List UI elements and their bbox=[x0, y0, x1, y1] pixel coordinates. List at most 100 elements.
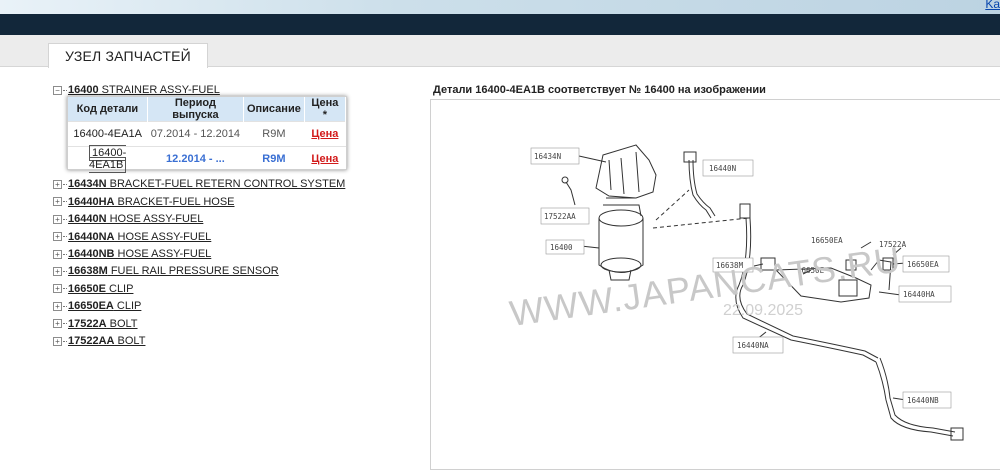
diagram-svg: 16434N 16440N 17522AA 16400 16638M 16650… bbox=[507, 144, 964, 441]
col-period: Период выпуска bbox=[147, 97, 244, 122]
label-16400[interactable]: 16400 bbox=[550, 243, 573, 252]
row-price-cell: Цена bbox=[304, 146, 346, 172]
row-code: 16400-4EA1A bbox=[68, 121, 148, 147]
tree-node[interactable]: +17522A BOLT bbox=[53, 316, 413, 333]
part-name: CLIP bbox=[105, 282, 134, 295]
tree-connector bbox=[63, 201, 67, 203]
table-row-selected[interactable]: 16400-4EA1B 12.2014 - ... R9M Цена bbox=[68, 145, 346, 174]
part-code: 17522AA bbox=[68, 334, 115, 347]
row-code: 16400-4EA1B bbox=[68, 145, 148, 174]
expand-icon[interactable]: + bbox=[53, 249, 62, 259]
part-code: 16638M bbox=[68, 265, 108, 278]
part-code: 16440HA bbox=[68, 195, 115, 208]
part-name: FUEL RAIL PRESSURE SENSOR bbox=[107, 265, 279, 278]
tree-connector bbox=[63, 340, 67, 342]
expand-icon[interactable]: + bbox=[53, 214, 62, 224]
selected-code: 16400-4EA1B bbox=[89, 145, 127, 174]
tree-node-link[interactable]: 16440NB HOSE ASSY-FUEL bbox=[68, 248, 211, 260]
price-link[interactable]: Цена bbox=[311, 128, 338, 140]
tree-connector bbox=[63, 288, 67, 290]
part-name: HOSE ASSY-FUEL bbox=[114, 230, 212, 243]
part-name: BRACKET-FUEL RETERN CONTROL SYSTEM bbox=[106, 178, 346, 191]
diagram-info: Детали 16400-4EA1B соответствует № 16400… bbox=[433, 84, 766, 96]
expand-icon[interactable]: + bbox=[53, 319, 62, 329]
tree-list: +16434N BRACKET-FUEL RETERN CONTROL SYST… bbox=[53, 176, 413, 350]
top-bar: Ka bbox=[0, 0, 1000, 14]
label-16650ea-2[interactable]: 16650EA bbox=[907, 260, 939, 269]
part-name: BRACKET-FUEL HOSE bbox=[114, 195, 235, 208]
expand-icon[interactable]: + bbox=[53, 179, 62, 189]
expand-icon[interactable]: + bbox=[53, 301, 62, 311]
tree-node[interactable]: +16440NA HOSE ASSY-FUEL bbox=[53, 229, 413, 246]
col-code: Код детали bbox=[68, 97, 148, 122]
watermark-date: 22.09.2025 bbox=[723, 302, 803, 319]
tree-node[interactable]: +16440NB HOSE ASSY-FUEL bbox=[53, 246, 413, 263]
tree-node-link[interactable]: 16440NA HOSE ASSY-FUEL bbox=[68, 231, 211, 243]
tree-node-link[interactable]: 16638M FUEL RAIL PRESSURE SENSOR bbox=[68, 265, 279, 277]
tree-connector bbox=[63, 218, 67, 220]
label-16434n[interactable]: 16434N bbox=[534, 152, 561, 161]
part-name: HOSE ASSY-FUEL bbox=[106, 213, 204, 226]
parts-diagram[interactable]: 16434N 16440N 17522AA 16400 16638M 16650… bbox=[430, 99, 1000, 470]
tree-connector bbox=[63, 183, 67, 185]
expand-icon[interactable]: + bbox=[53, 336, 62, 346]
tree-node-link[interactable]: 16434N BRACKET-FUEL RETERN CONTROL SYSTE… bbox=[68, 178, 345, 190]
label-16440ha[interactable]: 16440HA bbox=[903, 290, 935, 299]
tree-node[interactable]: +16650EA CLIP bbox=[53, 298, 413, 315]
header-bar bbox=[0, 14, 1000, 35]
table-row[interactable]: 16400-4EA1A 07.2014 - 12.2014 R9M Цена bbox=[68, 121, 346, 147]
parts-popup: Код детали Период выпуска Описание Цена … bbox=[67, 96, 347, 174]
part-name: CLIP bbox=[113, 300, 142, 313]
part-code: 16400 bbox=[68, 84, 99, 96]
row-desc: R9M bbox=[243, 146, 305, 172]
part-name: BOLT bbox=[106, 317, 138, 330]
col-price: Цена * bbox=[304, 97, 347, 122]
expand-icon[interactable]: + bbox=[53, 232, 62, 242]
tree-connector bbox=[63, 236, 67, 238]
row-desc: R9M bbox=[243, 121, 305, 147]
price-link[interactable]: Цена bbox=[311, 153, 338, 165]
expand-icon[interactable]: + bbox=[53, 284, 62, 294]
tree-node[interactable]: +16650E CLIP bbox=[53, 281, 413, 298]
tree-node-link[interactable]: 17522A BOLT bbox=[68, 318, 138, 330]
part-name: STRAINER ASSY-FUEL bbox=[98, 84, 220, 96]
part-code: 16440NA bbox=[68, 230, 115, 243]
tab-parts-node[interactable]: УЗЕЛ ЗАПЧАСТЕЙ bbox=[48, 43, 208, 68]
collapse-icon[interactable]: − bbox=[53, 85, 62, 95]
tree-node[interactable]: +16440N HOSE ASSY-FUEL bbox=[53, 211, 413, 228]
part-code: 16440N bbox=[68, 213, 107, 226]
label-16650ea-1[interactable]: 16650EA bbox=[811, 236, 843, 245]
row-period: 12.2014 - ... bbox=[147, 146, 244, 172]
tree-connector bbox=[63, 305, 67, 307]
tree-node[interactable]: +16434N BRACKET-FUEL RETERN CONTROL SYST… bbox=[53, 176, 413, 193]
tree-node-link[interactable]: 16650EA CLIP bbox=[68, 300, 141, 312]
expand-icon[interactable]: + bbox=[53, 266, 62, 276]
part-code: 17522A bbox=[68, 317, 107, 330]
tree-node-link[interactable]: 16400 STRAINER ASSY-FUEL bbox=[68, 84, 220, 96]
tree-node[interactable]: +16638M FUEL RAIL PRESSURE SENSOR bbox=[53, 263, 413, 280]
expand-icon[interactable]: + bbox=[53, 197, 62, 207]
label-16440na[interactable]: 16440NA bbox=[737, 341, 769, 350]
tree-connector bbox=[63, 323, 67, 325]
top-link[interactable]: Ka bbox=[985, 0, 1000, 11]
label-16440n[interactable]: 16440N bbox=[709, 164, 736, 173]
tree-node-link[interactable]: 16440HA BRACKET-FUEL HOSE bbox=[68, 196, 235, 208]
parts-table: Код детали Период выпуска Описание Цена … bbox=[68, 97, 347, 174]
label-17522aa[interactable]: 17522AA bbox=[544, 212, 576, 221]
tree-node[interactable]: +17522AA BOLT bbox=[53, 333, 413, 350]
tree-node[interactable]: +16440HA BRACKET-FUEL HOSE bbox=[53, 194, 413, 211]
row-price-cell: Цена bbox=[304, 121, 346, 147]
tree-node-link[interactable]: 16440N HOSE ASSY-FUEL bbox=[68, 213, 203, 225]
tree-connector bbox=[63, 253, 67, 255]
tree-node-link[interactable]: 17522AA BOLT bbox=[68, 335, 145, 347]
part-code: 16650E bbox=[68, 282, 106, 295]
tree-connector bbox=[63, 270, 67, 272]
part-name: BOLT bbox=[114, 334, 146, 347]
label-16440nb[interactable]: 16440NB bbox=[907, 396, 939, 405]
table-header: Код детали Период выпуска Описание Цена … bbox=[68, 97, 347, 122]
part-code: 16650EA bbox=[68, 300, 114, 313]
tree-node-link[interactable]: 16650E CLIP bbox=[68, 283, 133, 295]
col-desc: Описание bbox=[243, 97, 305, 122]
tree-connector bbox=[63, 89, 67, 91]
row-period: 07.2014 - 12.2014 bbox=[147, 121, 244, 147]
